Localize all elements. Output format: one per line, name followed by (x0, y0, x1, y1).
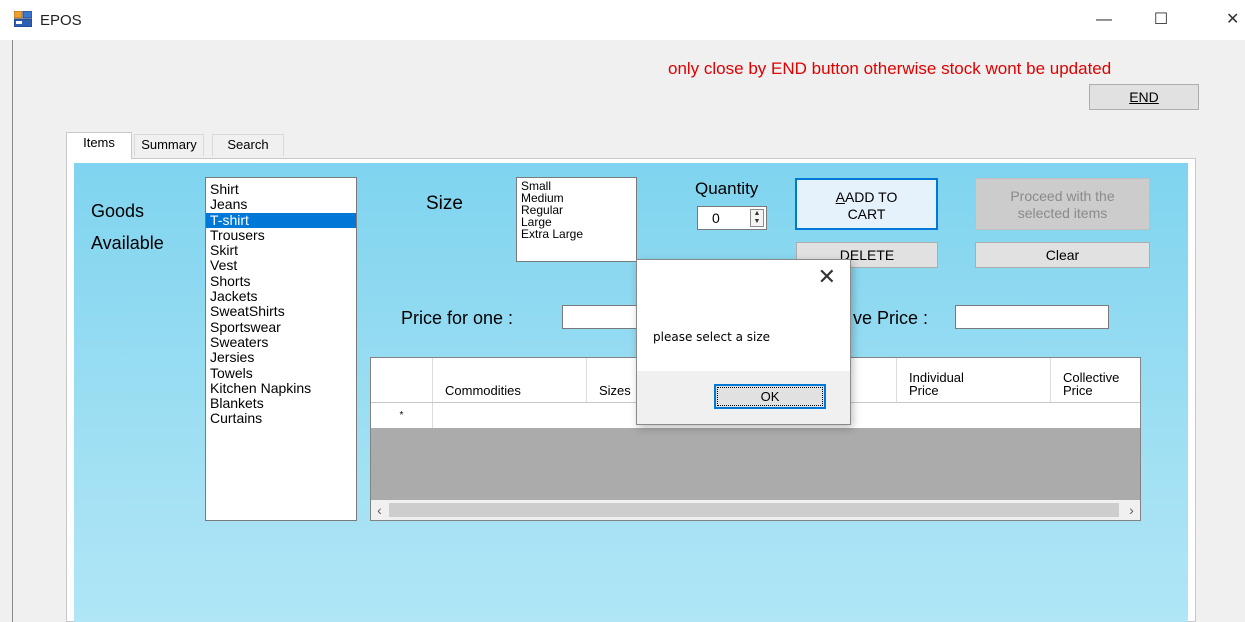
clear-button[interactable]: Clear (975, 242, 1150, 268)
proceed-label-1: Proceed with the (1010, 188, 1115, 204)
column-collective-price[interactable]: Collective Price (1051, 358, 1140, 402)
ok-button[interactable]: OK (714, 384, 826, 409)
app-icon (14, 11, 32, 27)
tab-summary[interactable]: Summary (134, 134, 204, 156)
end-button[interactable]: END (1089, 84, 1199, 110)
size-label: Size (426, 193, 463, 214)
add-to-cart-label-2: CART (847, 206, 886, 222)
new-row-marker: * (371, 403, 433, 428)
list-item[interactable]: Blankets (206, 396, 356, 411)
list-item[interactable]: SweatShirts (206, 304, 356, 319)
available-label: Available (91, 233, 164, 253)
list-item[interactable]: Sportswear (206, 319, 356, 335)
dialog-footer: OK (637, 371, 850, 424)
warning-message: only close by END button otherwise stock… (668, 59, 1112, 78)
quantity-value: 0 (712, 210, 720, 226)
goods-label: Goods (91, 201, 145, 221)
quantity-stepper[interactable]: 0 ▲ ▼ (697, 206, 767, 230)
list-item[interactable]: Jackets (206, 288, 356, 304)
list-item[interactable]: Kitchen Napkins (206, 380, 356, 396)
list-item[interactable]: Jersies (206, 350, 356, 365)
dialog-message: please select a size (653, 330, 771, 344)
price-for-one-label: Price for one : (401, 308, 514, 328)
collective-price-field[interactable] (955, 305, 1109, 329)
list-item[interactable]: Trousers (206, 227, 356, 243)
dialog-close-icon[interactable]: ✕ (818, 264, 836, 290)
list-item[interactable]: Jeans (206, 197, 356, 212)
tab-search[interactable]: Search (212, 134, 284, 156)
window-title: EPOS (40, 12, 82, 29)
tab-items[interactable]: Items (66, 132, 132, 159)
add-to-cart-label-1: AADD TO (835, 189, 898, 205)
column-individual-price[interactable]: Individual Price (897, 358, 1051, 402)
close-window-button[interactable]: ✕ (1206, 6, 1245, 34)
list-item[interactable]: Shorts (206, 273, 356, 289)
quantity-label: Quantity (695, 179, 759, 198)
list-item[interactable]: T-shirt (206, 212, 356, 228)
list-item[interactable]: Sweaters (206, 334, 356, 350)
end-button-label: END (1129, 89, 1159, 105)
scrollbar-thumb[interactable] (389, 503, 1119, 517)
horizontal-scrollbar[interactable]: ‹ › (371, 500, 1140, 520)
grid-corner[interactable] (371, 358, 433, 402)
title-bar (0, 0, 1245, 40)
proceed-label-2: selected items (1017, 205, 1108, 221)
focus-rect (717, 387, 823, 406)
price-for-one-field[interactable] (562, 305, 642, 329)
list-item[interactable]: Curtains (206, 411, 356, 426)
collective-price-label: ve Price : (853, 308, 929, 328)
minimize-button[interactable]: — (1082, 6, 1126, 34)
list-item[interactable]: Towels (206, 365, 356, 381)
add-to-cart-button[interactable]: AADD TO CART (795, 178, 938, 230)
list-item[interactable]: Vest (206, 258, 356, 273)
size-option[interactable]: Extra Large (517, 228, 636, 240)
proceed-button[interactable]: Proceed with the selected items (975, 178, 1150, 230)
size-listbox[interactable]: Small Medium Regular Large Extra Large (516, 177, 637, 262)
scroll-right-icon[interactable]: › (1123, 500, 1140, 520)
message-dialog: ✕ please select a size OK (636, 259, 851, 425)
stepper-buttons[interactable]: ▲ ▼ (750, 209, 764, 227)
stepper-down-icon[interactable]: ▼ (751, 218, 763, 226)
column-commodities[interactable]: Commodities (433, 358, 587, 402)
stepper-up-icon[interactable]: ▲ (751, 210, 763, 218)
list-item[interactable]: Skirt (206, 243, 356, 258)
list-item[interactable]: Shirt (206, 181, 356, 197)
window-frame (12, 40, 13, 622)
scroll-left-icon[interactable]: ‹ (371, 500, 388, 520)
maximize-button[interactable]: ☐ (1139, 6, 1183, 34)
goods-listbox[interactable]: Shirt Jeans T-shirt Trousers Skirt Vest Shorts… (205, 177, 357, 521)
